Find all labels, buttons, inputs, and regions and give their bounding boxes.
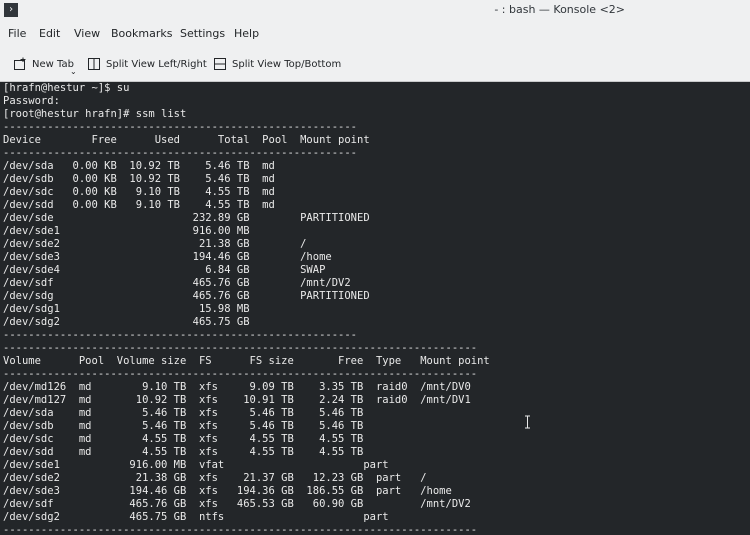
- menu-bar: File Edit View Bookmarks Settings Help: [0, 22, 750, 46]
- terminal-line: /dev/sde2 21.38 GB xfs 21.37 GB 12.23 GB…: [3, 472, 427, 484]
- terminal-view[interactable]: [hrafn@hestur ~]$ su Password: [root@hestu…: [0, 82, 750, 535]
- terminal-line: ----------------------------------------…: [3, 342, 478, 354]
- split-top-bottom-label: Split View Top/Bottom: [232, 58, 342, 70]
- menu-bookmarks[interactable]: Bookmarks: [111, 27, 172, 40]
- terminal-line: Device Free Used Total Pool Mount point: [3, 134, 370, 146]
- menu-help[interactable]: Help: [234, 27, 259, 40]
- title-bar: › - : bash — Konsole <2>: [0, 0, 750, 22]
- terminal-line: /dev/sde3 194.46 GB /home: [3, 251, 332, 263]
- split-left-right-label: Split View Left/Right: [106, 58, 207, 70]
- terminal-line: ----------------------------------------…: [3, 121, 358, 133]
- menu-settings[interactable]: Settings: [180, 27, 225, 40]
- terminal-line: /dev/sde1 916.00 MB vfat part: [3, 459, 389, 471]
- split-left-right-button[interactable]: Split View Left/Right: [87, 56, 207, 72]
- window-title: - : bash — Konsole <2>: [494, 3, 625, 16]
- terminal-line: [root@hestur hrafn]# ssm list: [3, 108, 187, 120]
- terminal-line: /dev/sdg1 15.98 MB: [3, 303, 250, 315]
- terminal-line: Password:: [3, 95, 60, 107]
- terminal-line: /dev/sda md 5.46 TB xfs 5.46 TB 5.46 TB: [3, 407, 364, 419]
- terminal-line: /dev/sde1 916.00 MB: [3, 225, 250, 237]
- terminal-line: /dev/sde2 21.38 GB /: [3, 238, 307, 250]
- terminal-line: /dev/sdd 0.00 KB 9.10 TB 4.55 TB md: [3, 199, 275, 211]
- terminal-line: ----------------------------------------…: [3, 147, 358, 159]
- terminal-line: /dev/sdb 0.00 KB 10.92 TB 5.46 TB md: [3, 173, 275, 185]
- terminal-line: /dev/sdf 465.76 GB xfs 465.53 GB 60.90 G…: [3, 498, 471, 510]
- toolbar: New Tab Split View Left/Right Split View…: [0, 46, 750, 82]
- terminal-line: /dev/sdg2 465.75 GB: [3, 316, 250, 328]
- terminal-line: /dev/sdf 465.76 GB /mnt/DV2: [3, 277, 351, 289]
- terminal-line: [hrafn@hestur ~]$ su: [3, 82, 130, 94]
- menu-file[interactable]: File: [8, 27, 26, 40]
- terminal-line: /dev/sdg 465.76 GB PARTITIONED: [3, 290, 370, 302]
- terminal-line: ----------------------------------------…: [3, 329, 358, 341]
- terminal-line: /dev/sde4 6.84 GB SWAP: [3, 264, 326, 276]
- text-cursor-icon: [525, 415, 530, 429]
- terminal-line: /dev/md126 md 9.10 TB xfs 9.09 TB 3.35 T…: [3, 381, 471, 393]
- terminal-line: /dev/md127 md 10.92 TB xfs 10.91 TB 2.24…: [3, 394, 471, 406]
- chevron-down-icon[interactable]: ⌄: [70, 67, 77, 76]
- terminal-line: /dev/sda 0.00 KB 10.92 TB 5.46 TB md: [3, 160, 275, 172]
- menu-edit[interactable]: Edit: [39, 27, 60, 40]
- terminal-line: /dev/sdb md 5.46 TB xfs 5.46 TB 5.46 TB: [3, 420, 364, 432]
- terminal-output: [hrafn@hestur ~]$ su Password: [root@hestu…: [0, 82, 750, 535]
- split-top-bottom-icon: [214, 58, 226, 70]
- new-tab-icon: [14, 57, 26, 70]
- terminal-line: ----------------------------------------…: [3, 524, 478, 535]
- new-tab-button[interactable]: New Tab: [13, 56, 74, 72]
- terminal-line: /dev/sde3 194.46 GB xfs 194.36 GB 186.55…: [3, 485, 452, 497]
- terminal-line: /dev/sde 232.89 GB PARTITIONED: [3, 212, 370, 224]
- terminal-line: /dev/sdd md 4.55 TB xfs 4.55 TB 4.55 TB: [3, 446, 364, 458]
- split-left-right-icon: [88, 58, 100, 70]
- terminal-line: Volume Pool Volume size FS FS size Free …: [3, 355, 490, 367]
- split-top-bottom-button[interactable]: Split View Top/Bottom: [213, 56, 341, 72]
- terminal-line: /dev/sdc 0.00 KB 9.10 TB 4.55 TB md: [3, 186, 275, 198]
- terminal-line: ----------------------------------------…: [3, 368, 478, 380]
- new-tab-label: New Tab: [32, 58, 74, 70]
- terminal-line: /dev/sdc md 4.55 TB xfs 4.55 TB 4.55 TB: [3, 433, 364, 445]
- menu-view[interactable]: View: [74, 27, 100, 40]
- terminal-line: /dev/sdg2 465.75 GB ntfs part: [3, 511, 389, 523]
